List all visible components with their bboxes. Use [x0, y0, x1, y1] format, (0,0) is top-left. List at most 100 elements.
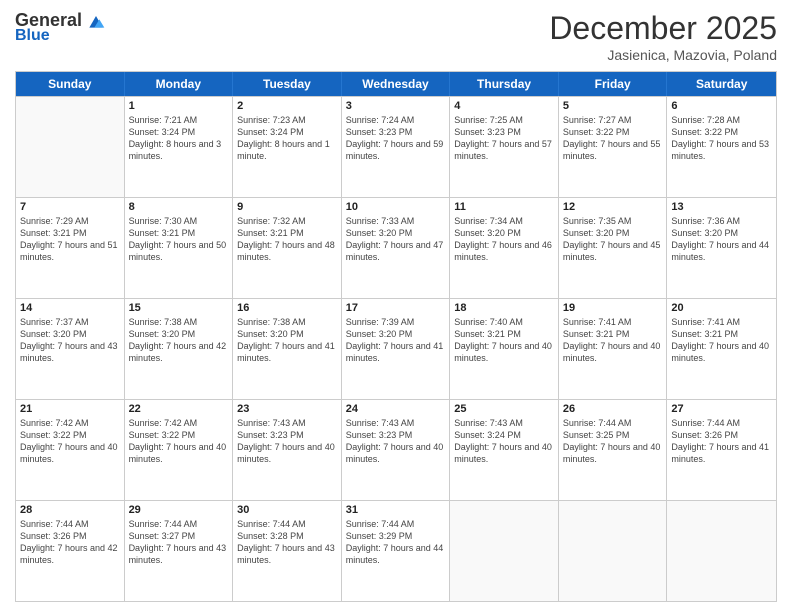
weekday-header-monday: Monday — [125, 72, 234, 96]
calendar-cell — [559, 501, 668, 601]
day-number: 5 — [563, 100, 663, 112]
page-container: General Blue December 2025 Jasienica, Ma… — [0, 0, 792, 612]
day-number: 31 — [346, 504, 446, 516]
calendar-cell: 29 Sunrise: 7:44 AMSunset: 3:27 PMDayligh… — [125, 501, 234, 601]
day-info: Sunrise: 7:44 AMSunset: 3:28 PMDaylight:… — [237, 518, 337, 567]
calendar-row-4: 21 Sunrise: 7:42 AMSunset: 3:22 PMDayligh… — [16, 399, 776, 500]
day-info: Sunrise: 7:36 AMSunset: 3:20 PMDaylight:… — [671, 215, 772, 264]
calendar-cell: 22 Sunrise: 7:42 AMSunset: 3:22 PMDayligh… — [125, 400, 234, 500]
day-number: 17 — [346, 302, 446, 314]
day-info: Sunrise: 7:38 AMSunset: 3:20 PMDaylight:… — [129, 316, 229, 365]
day-number: 4 — [454, 100, 554, 112]
calendar-cell — [667, 501, 776, 601]
calendar-cell: 25 Sunrise: 7:43 AMSunset: 3:24 PMDayligh… — [450, 400, 559, 500]
calendar-row-1: 1 Sunrise: 7:21 AMSunset: 3:24 PMDaylight… — [16, 96, 776, 197]
day-number: 2 — [237, 100, 337, 112]
day-info: Sunrise: 7:44 AMSunset: 3:25 PMDaylight:… — [563, 417, 663, 466]
calendar-header: SundayMondayTuesdayWednesdayThursdayFrid… — [16, 72, 776, 96]
month-title: December 2025 — [549, 10, 777, 47]
calendar-cell: 7Sunrise: 7:29 AMSunset: 3:21 PMDaylight… — [16, 198, 125, 298]
day-info: Sunrise: 7:43 AMSunset: 3:23 PMDaylight:… — [346, 417, 446, 466]
calendar-cell: 24 Sunrise: 7:43 AMSunset: 3:23 PMDayligh… — [342, 400, 451, 500]
calendar-cell: 30 Sunrise: 7:44 AMSunset: 3:28 PMDayligh… — [233, 501, 342, 601]
day-info: Sunrise: 7:38 AMSunset: 3:20 PMDaylight:… — [237, 316, 337, 365]
day-info: Sunrise: 7:42 AMSunset: 3:22 PMDaylight:… — [129, 417, 229, 466]
calendar-cell: 9 Sunrise: 7:32 AMSunset: 3:21 PMDaylight… — [233, 198, 342, 298]
calendar-cell: 18Sunrise: 7:40 AMSunset: 3:21 PMDayligh… — [450, 299, 559, 399]
calendar-cell: 26 Sunrise: 7:44 AMSunset: 3:25 PMDayligh… — [559, 400, 668, 500]
day-info: Sunrise: 7:40 AMSunset: 3:21 PMDaylight:… — [454, 316, 554, 365]
day-info: Sunrise: 7:28 AMSunset: 3:22 PMDaylight:… — [671, 114, 772, 163]
day-info: Sunrise: 7:33 AMSunset: 3:20 PMDaylight:… — [346, 215, 446, 264]
calendar-cell: 27 Sunrise: 7:44 AMSunset: 3:26 PMDayligh… — [667, 400, 776, 500]
day-info: Sunrise: 7:27 AMSunset: 3:22 PMDaylight:… — [563, 114, 663, 163]
day-number: 25 — [454, 403, 554, 415]
logo-icon — [86, 11, 106, 31]
calendar-cell: 1 Sunrise: 7:21 AMSunset: 3:24 PMDaylight… — [125, 97, 234, 197]
day-number: 9 — [237, 201, 337, 213]
day-info: Sunrise: 7:41 AMSunset: 3:21 PMDaylight:… — [671, 316, 772, 365]
day-number: 6 — [671, 100, 772, 112]
day-info: Sunrise: 7:25 AMSunset: 3:23 PMDaylight:… — [454, 114, 554, 163]
day-number: 23 — [237, 403, 337, 415]
day-info: Sunrise: 7:24 AMSunset: 3:23 PMDaylight:… — [346, 114, 446, 163]
calendar-cell: 5 Sunrise: 7:27 AMSunset: 3:22 PMDaylight… — [559, 97, 668, 197]
calendar-cell: 12Sunrise: 7:35 AMSunset: 3:20 PMDayligh… — [559, 198, 668, 298]
day-info: Sunrise: 7:44 AMSunset: 3:29 PMDaylight:… — [346, 518, 446, 567]
day-number: 13 — [671, 201, 772, 213]
day-info: Sunrise: 7:42 AMSunset: 3:22 PMDaylight:… — [20, 417, 120, 466]
calendar-cell: 2 Sunrise: 7:23 AMSunset: 3:24 PMDaylight… — [233, 97, 342, 197]
calendar-row-5: 28Sunrise: 7:44 AMSunset: 3:26 PMDayligh… — [16, 500, 776, 601]
weekday-header-wednesday: Wednesday — [342, 72, 451, 96]
day-number: 19 — [563, 302, 663, 314]
calendar-cell: 20 Sunrise: 7:41 AMSunset: 3:21 PMDayligh… — [667, 299, 776, 399]
calendar-cell: 6 Sunrise: 7:28 AMSunset: 3:22 PMDaylight… — [667, 97, 776, 197]
day-number: 10 — [346, 201, 446, 213]
day-number: 20 — [671, 302, 772, 314]
calendar-cell: 21 Sunrise: 7:42 AMSunset: 3:22 PMDayligh… — [16, 400, 125, 500]
day-number: 8 — [129, 201, 229, 213]
calendar: SundayMondayTuesdayWednesdayThursdayFrid… — [15, 71, 777, 602]
day-info: Sunrise: 7:44 AMSunset: 3:26 PMDaylight:… — [671, 417, 772, 466]
day-number: 30 — [237, 504, 337, 516]
day-info: Sunrise: 7:41 AMSunset: 3:21 PMDaylight:… — [563, 316, 663, 365]
calendar-cell — [450, 501, 559, 601]
day-info: Sunrise: 7:44 AMSunset: 3:27 PMDaylight:… — [129, 518, 229, 567]
day-info: Sunrise: 7:34 AMSunset: 3:20 PMDaylight:… — [454, 215, 554, 264]
calendar-cell: 11 Sunrise: 7:34 AMSunset: 3:20 PMDayligh… — [450, 198, 559, 298]
day-info: Sunrise: 7:32 AMSunset: 3:21 PMDaylight:… — [237, 215, 337, 264]
day-number: 27 — [671, 403, 772, 415]
calendar-body: 1 Sunrise: 7:21 AMSunset: 3:24 PMDaylight… — [16, 96, 776, 601]
calendar-cell: 13 Sunrise: 7:36 AMSunset: 3:20 PMDayligh… — [667, 198, 776, 298]
calendar-cell: 23 Sunrise: 7:43 AMSunset: 3:23 PMDayligh… — [233, 400, 342, 500]
day-number: 3 — [346, 100, 446, 112]
day-info: Sunrise: 7:23 AMSunset: 3:24 PMDaylight:… — [237, 114, 337, 163]
day-info: Sunrise: 7:30 AMSunset: 3:21 PMDaylight:… — [129, 215, 229, 264]
calendar-cell: 14Sunrise: 7:37 AMSunset: 3:20 PMDayligh… — [16, 299, 125, 399]
title-block: December 2025 Jasienica, Mazovia, Poland — [549, 10, 777, 63]
day-info: Sunrise: 7:39 AMSunset: 3:20 PMDaylight:… — [346, 316, 446, 365]
day-info: Sunrise: 7:21 AMSunset: 3:24 PMDaylight:… — [129, 114, 229, 163]
calendar-cell: 4 Sunrise: 7:25 AMSunset: 3:23 PMDaylight… — [450, 97, 559, 197]
weekday-header-tuesday: Tuesday — [233, 72, 342, 96]
calendar-cell — [16, 97, 125, 197]
day-number: 16 — [237, 302, 337, 314]
calendar-cell: 15Sunrise: 7:38 AMSunset: 3:20 PMDayligh… — [125, 299, 234, 399]
day-info: Sunrise: 7:35 AMSunset: 3:20 PMDaylight:… — [563, 215, 663, 264]
day-number: 26 — [563, 403, 663, 415]
day-info: Sunrise: 7:43 AMSunset: 3:24 PMDaylight:… — [454, 417, 554, 466]
day-info: Sunrise: 7:43 AMSunset: 3:23 PMDaylight:… — [237, 417, 337, 466]
day-number: 22 — [129, 403, 229, 415]
day-number: 1 — [129, 100, 229, 112]
calendar-cell: 10 Sunrise: 7:33 AMSunset: 3:20 PMDayligh… — [342, 198, 451, 298]
day-number: 7 — [20, 201, 120, 213]
day-number: 21 — [20, 403, 120, 415]
day-info: Sunrise: 7:37 AMSunset: 3:20 PMDaylight:… — [20, 316, 120, 365]
calendar-cell: 19 Sunrise: 7:41 AMSunset: 3:21 PMDayligh… — [559, 299, 668, 399]
logo: General Blue — [15, 10, 106, 45]
location-title: Jasienica, Mazovia, Poland — [549, 47, 777, 63]
day-number: 11 — [454, 201, 554, 213]
day-number: 24 — [346, 403, 446, 415]
calendar-cell: 3 Sunrise: 7:24 AMSunset: 3:23 PMDaylight… — [342, 97, 451, 197]
day-number: 29 — [129, 504, 229, 516]
